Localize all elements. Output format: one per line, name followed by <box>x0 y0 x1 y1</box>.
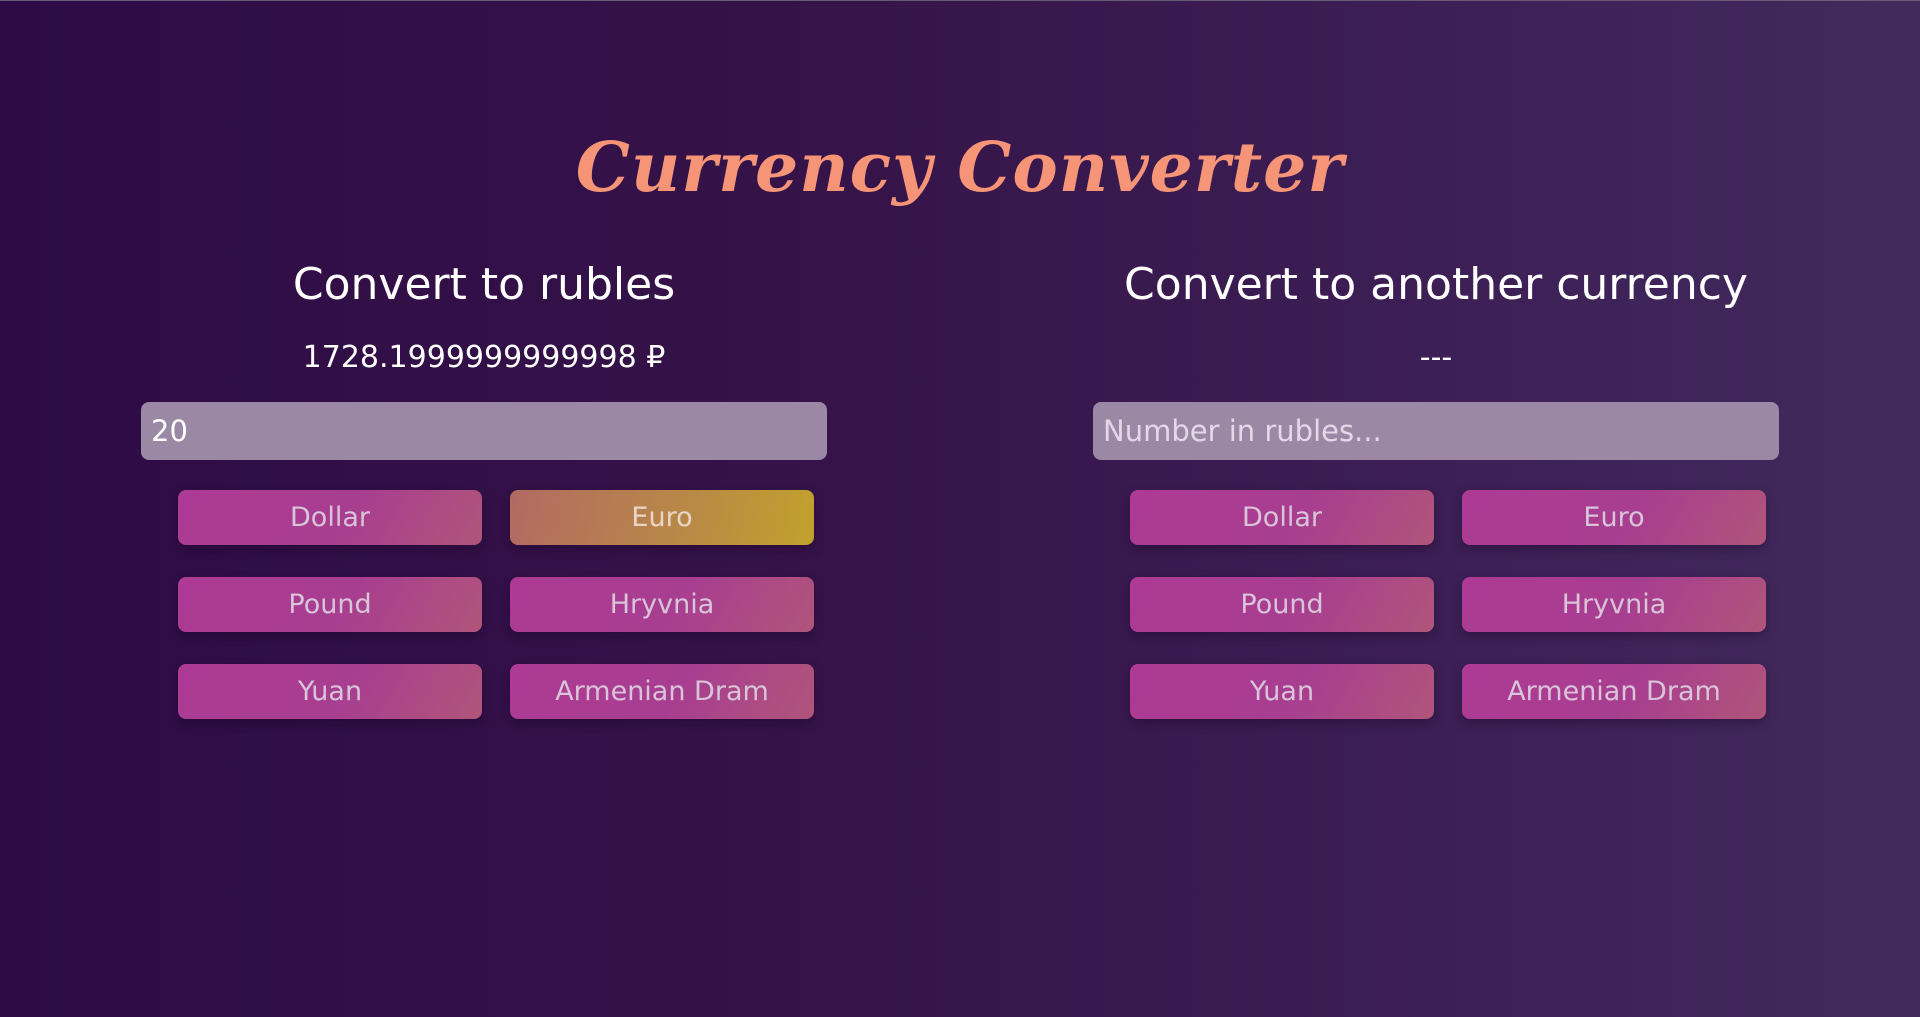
convert-to-other-heading: Convert to another currency <box>1124 259 1748 310</box>
from-rubles-yuan-button[interactable]: Yuan <box>1130 664 1434 719</box>
rubles-amount-input[interactable] <box>1093 402 1779 460</box>
to-rubles-euro-button[interactable]: Euro <box>510 490 814 545</box>
convert-to-other-panel: Convert to another currency --- Dollar E… <box>1093 250 1779 719</box>
convert-to-rubles-heading: Convert to rubles <box>292 259 676 310</box>
currency-button-grid-from-rubles: Dollar Euro Pound Hryvnia Yuan Armenian … <box>1130 490 1779 719</box>
from-rubles-pound-button[interactable]: Pound <box>1130 577 1434 632</box>
from-rubles-euro-button[interactable]: Euro <box>1462 490 1766 545</box>
currency-button-grid-to-rubles: Dollar Euro Pound Hryvnia Yuan Armenian … <box>178 490 827 719</box>
convert-to-rubles-panel: Convert to rubles 1728.1999999999998 ₽ D… <box>141 250 827 719</box>
to-rubles-yuan-button[interactable]: Yuan <box>178 664 482 719</box>
other-currency-result: --- <box>1419 340 1453 375</box>
from-rubles-armenian-dram-button[interactable]: Armenian Dram <box>1462 664 1766 719</box>
from-rubles-hryvnia-button[interactable]: Hryvnia <box>1462 577 1766 632</box>
window-top-border <box>0 0 1920 1</box>
to-rubles-pound-button[interactable]: Pound <box>178 577 482 632</box>
foreign-amount-input[interactable] <box>141 402 827 460</box>
to-rubles-hryvnia-button[interactable]: Hryvnia <box>510 577 814 632</box>
rubles-result: 1728.1999999999998 ₽ <box>302 340 666 375</box>
from-rubles-dollar-button[interactable]: Dollar <box>1130 490 1434 545</box>
to-rubles-dollar-button[interactable]: Dollar <box>178 490 482 545</box>
to-rubles-armenian-dram-button[interactable]: Armenian Dram <box>510 664 814 719</box>
page-title: Currency Converter <box>575 127 1345 208</box>
